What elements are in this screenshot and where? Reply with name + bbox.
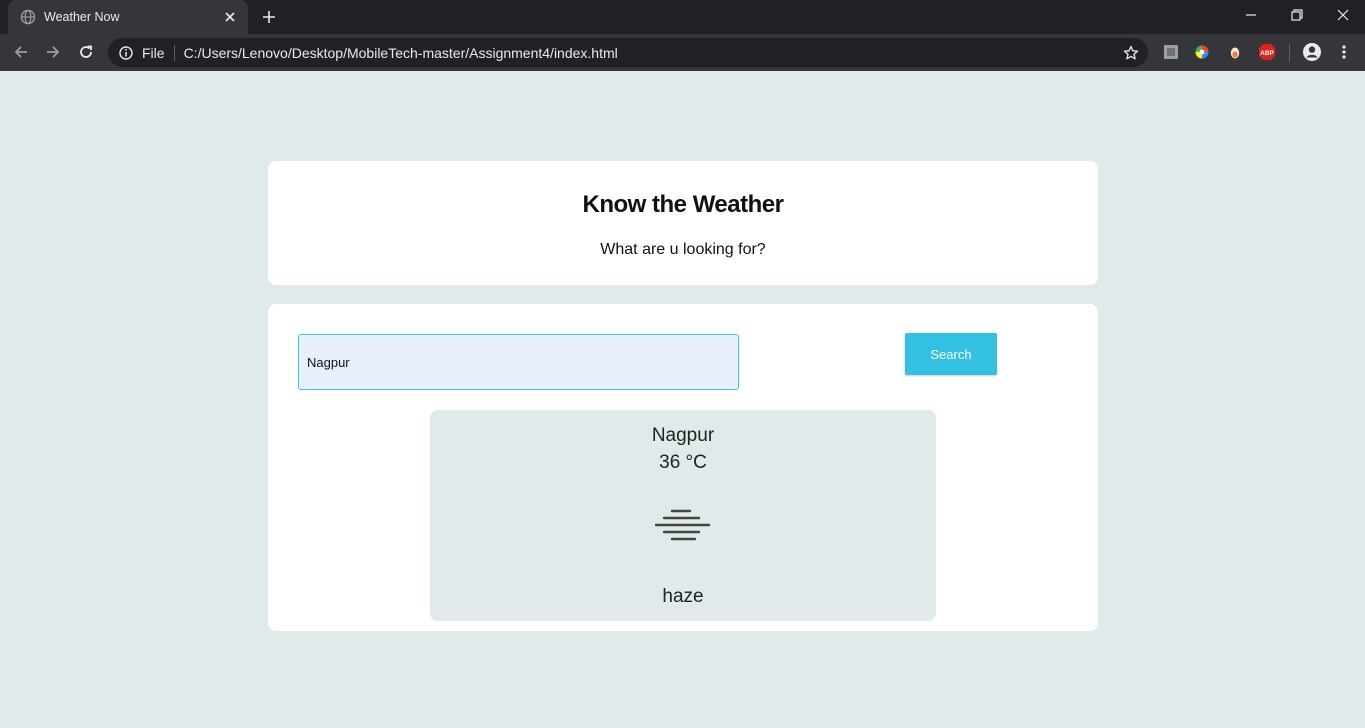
page-subtitle: What are u looking for?	[600, 241, 766, 258]
svg-text:ABP: ABP	[1260, 50, 1274, 57]
browser-tab[interactable]: Weather Now	[8, 0, 248, 34]
weather-description: haze	[662, 586, 704, 607]
extension-square-icon[interactable]	[1161, 42, 1181, 62]
close-tab-icon[interactable]	[222, 9, 238, 25]
restore-icon[interactable]	[1274, 0, 1320, 30]
profile-avatar-icon[interactable]	[1302, 42, 1322, 62]
url-text[interactable]: C:/Users/Lenovo/Desktop/MobileTech-maste…	[184, 45, 618, 61]
browser-tab-bar: Weather Now	[0, 0, 1365, 34]
weather-temperature: 36 °C	[659, 452, 707, 473]
info-icon[interactable]	[118, 45, 134, 61]
menu-kebab-icon[interactable]	[1334, 42, 1354, 62]
close-window-icon[interactable]	[1320, 0, 1365, 30]
weather-search-card: Search Nagpur 36 °C haze	[268, 304, 1098, 631]
address-separator	[173, 44, 175, 61]
file-scheme-label: File	[142, 44, 165, 61]
city-search-input[interactable]	[298, 334, 739, 390]
adblock-icon[interactable]: ABP	[1257, 42, 1277, 62]
haze-icon	[655, 509, 711, 541]
page-title: Know the Weather	[582, 191, 784, 218]
header-card: Know the Weather What are u looking for?	[268, 161, 1098, 285]
reload-icon[interactable]	[73, 39, 99, 65]
back-icon[interactable]	[8, 39, 34, 65]
globe-icon	[20, 9, 36, 25]
bookmark-star-icon[interactable]	[1122, 44, 1140, 62]
search-button[interactable]: Search	[905, 333, 997, 375]
browser-toolbar: File C:/Users/Lenovo/Desktop/MobileTech-…	[0, 34, 1365, 71]
address-bar[interactable]: File C:/Users/Lenovo/Desktop/MobileTech-…	[108, 38, 1148, 67]
weather-city: Nagpur	[651, 425, 715, 446]
extension-drop-icon[interactable]	[1225, 42, 1245, 62]
minimize-icon[interactable]	[1228, 0, 1274, 30]
toolbar-separator	[1289, 44, 1290, 62]
weather-result-panel: Nagpur 36 °C haze	[430, 410, 936, 621]
new-tab-icon[interactable]	[258, 6, 280, 28]
forward-icon[interactable]	[40, 39, 66, 65]
tab-title: Weather Now	[44, 10, 120, 24]
extension-colorwheel-icon[interactable]	[1192, 42, 1212, 62]
